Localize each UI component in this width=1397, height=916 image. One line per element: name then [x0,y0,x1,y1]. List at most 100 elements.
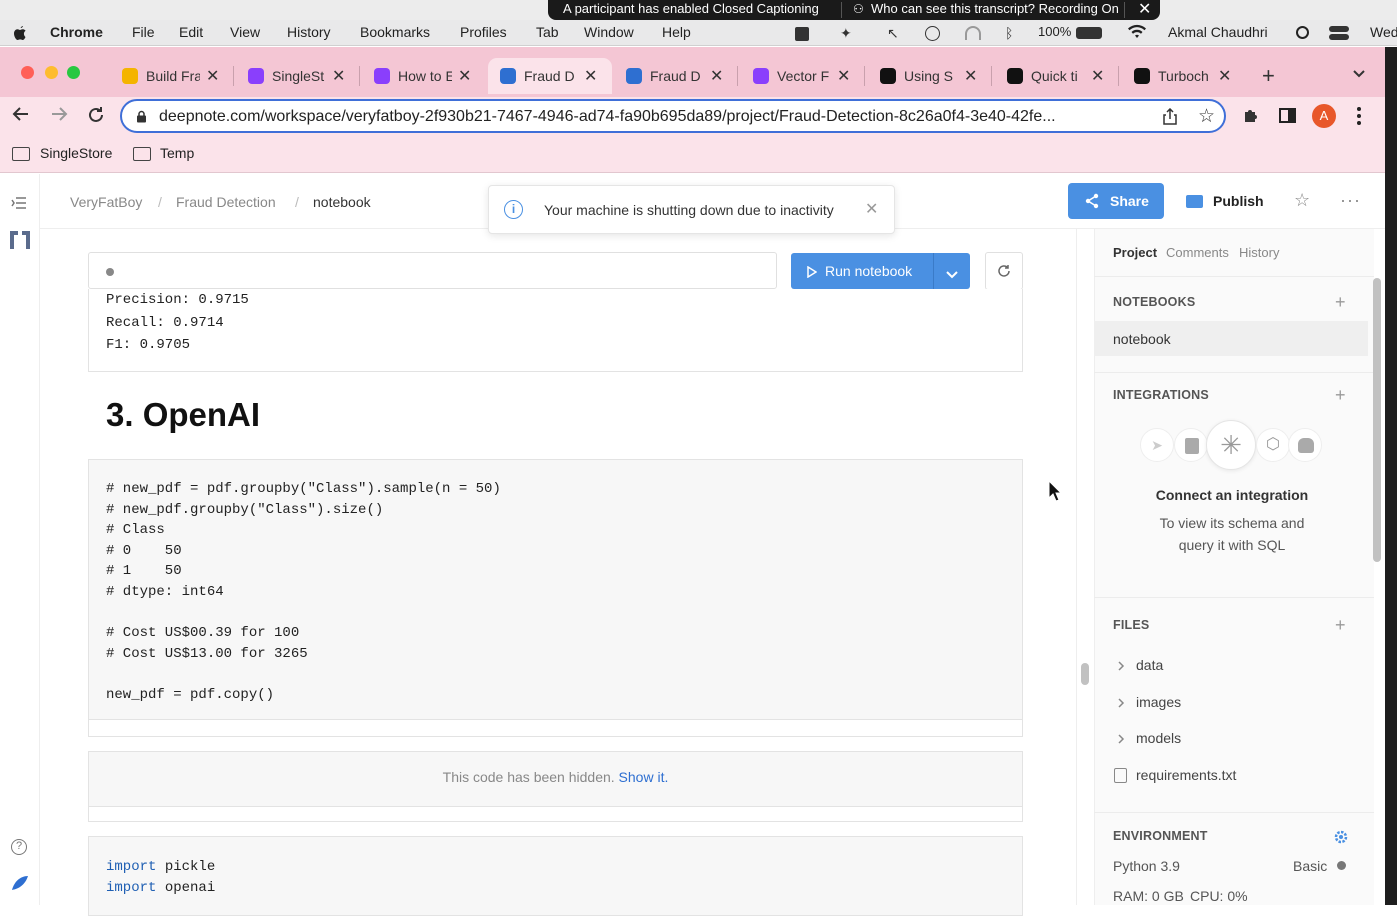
lock-icon[interactable] [136,110,146,123]
add-integration-button[interactable]: + [1335,385,1346,406]
control-center-icon[interactable] [1329,26,1349,40]
tab-history[interactable]: History [1239,245,1279,260]
menu-profiles[interactable]: Profiles [460,24,507,40]
file-item-data[interactable]: data [1113,657,1363,677]
share-page-icon[interactable] [1162,107,1178,131]
star-icon[interactable]: ☆ [1294,190,1310,211]
menu-edit[interactable]: Edit [179,24,203,40]
close-icon[interactable]: ✕ [1138,0,1151,19]
file-item-images[interactable]: images [1113,694,1363,714]
url-text[interactable]: deepnote.com/workspace/veryfatboy-2f930b… [159,108,1159,126]
close-tab-icon[interactable]: ✕ [837,66,850,86]
wing-icon[interactable]: ✦ [840,25,852,42]
tab-comments[interactable]: Comments [1166,245,1229,260]
file-item-requirements-txt[interactable]: requirements.txt [1113,767,1363,787]
code-cell[interactable] [88,836,1023,916]
tab-project[interactable]: Project [1113,245,1157,260]
integration-elephant-icon[interactable] [1288,428,1322,462]
run-notebook-button[interactable]: Run notebook [791,253,933,289]
reload-icon[interactable] [87,106,105,129]
side-panel-icon[interactable] [1279,108,1296,123]
new-tab-button[interactable]: + [1262,63,1275,89]
transcript-link[interactable]: Who can see this transcript? Recording O… [871,1,1119,16]
close-tab-icon[interactable]: ✕ [584,66,597,86]
more-options-icon[interactable]: ··· [1340,190,1361,211]
menu-history[interactable]: History [287,24,331,40]
browser-tab[interactable]: Fraud D ✕ [488,58,612,94]
breadcrumb-project[interactable]: Fraud Detection [176,194,276,210]
app-menu-chrome[interactable]: Chrome [50,24,103,40]
close-icon[interactable]: ✕ [865,199,878,219]
environment-settings-icon[interactable] [1333,829,1349,850]
battery-icon[interactable] [1076,27,1102,39]
browser-tab[interactable]: How to E ✕ [362,58,486,94]
browser-tab[interactable]: Turboch ✕ [1122,58,1246,94]
close-tab-icon[interactable]: ✕ [332,66,345,86]
breadcrumb-notebook[interactable]: notebook [313,194,371,210]
browser-tab[interactable]: SingleSt ✕ [236,58,360,94]
restart-kernel-button[interactable] [985,252,1023,290]
menu-help[interactable]: Help [662,24,691,40]
minimize-window-button[interactable] [45,66,58,79]
share-button[interactable]: Share [1068,183,1164,219]
integration-hexagon-icon[interactable]: ⬡ [1256,428,1290,462]
menu-bookmarks[interactable]: Bookmarks [360,24,430,40]
spotlight-search-icon[interactable] [1296,26,1309,39]
add-file-button[interactable]: + [1335,615,1346,636]
menu-view[interactable]: View [230,24,260,40]
show-code-link[interactable]: Show it. [619,769,669,785]
integration-plane-icon[interactable]: ➤ [1140,428,1174,462]
menu-tab[interactable]: Tab [536,24,559,40]
integration-snowflake-icon[interactable]: ✳ [1206,420,1256,470]
workspace-logo-icon[interactable] [8,229,32,256]
clock[interactable]: Wed [1370,24,1397,40]
maximize-window-button[interactable] [67,66,80,79]
notebook-status-bar[interactable] [88,252,777,289]
breadcrumb-workspace[interactable]: VeryFatBoy [70,194,142,210]
close-window-button[interactable] [21,66,34,79]
close-tab-icon[interactable]: ✕ [964,66,977,86]
machine-type[interactable]: Basic [1293,858,1327,874]
forward-arrow-icon[interactable] [50,106,68,127]
back-arrow-icon[interactable] [12,106,30,127]
user-name[interactable]: Akmal Chaudhri [1168,24,1268,40]
deepnote-logo-icon[interactable] [10,874,30,897]
close-tab-icon[interactable]: ✕ [206,66,219,86]
profile-avatar[interactable]: A [1312,104,1336,128]
notebook-list-item[interactable]: notebook [1094,321,1368,356]
integrations-carousel[interactable]: ➤ ✳ ⬡ [1140,418,1340,474]
add-notebook-button[interactable]: + [1335,292,1346,313]
help-icon[interactable]: ? [11,839,27,855]
browser-tab[interactable]: Fraud D ✕ [614,58,738,94]
section-heading[interactable]: 3. OpenAI [106,396,260,434]
run-options-dropdown[interactable] [933,253,970,289]
address-bar[interactable]: deepnote.com/workspace/veryfatboy-2f930b… [120,99,1226,133]
tab-search-chevron-icon[interactable] [1352,66,1366,84]
menu-window[interactable]: Window [584,24,634,40]
menu-file[interactable]: File [132,24,155,40]
close-tab-icon[interactable]: ✕ [1091,66,1104,86]
close-tab-icon[interactable]: ✕ [710,66,723,86]
sidebar-scrollbar[interactable] [1373,278,1381,562]
browser-tab[interactable]: Quick ti ✕ [995,58,1119,94]
close-tab-icon[interactable]: ✕ [1218,66,1231,86]
wifi-icon[interactable] [1127,24,1147,44]
collapse-sidebar-icon[interactable] [11,196,27,214]
stage-manager-icon[interactable] [795,27,809,41]
bluetooth-icon[interactable]: ᛒ [1005,25,1013,41]
browser-tab[interactable]: Build Fra ✕ [110,58,234,94]
browser-tab[interactable]: Using S ✕ [868,58,992,94]
cursor-icon[interactable]: ↖ [887,25,899,42]
code-cell[interactable] [88,459,1023,720]
headphones-icon[interactable] [965,26,981,40]
notebook-scrollbar[interactable] [1081,663,1089,685]
browser-menu-icon[interactable] [1357,107,1361,125]
file-item-models[interactable]: models [1113,730,1363,750]
play-circle-icon[interactable] [925,26,940,41]
close-tab-icon[interactable]: ✕ [458,66,471,86]
integration-cube-icon[interactable] [1174,428,1208,462]
browser-tab[interactable]: Vector F ✕ [741,58,865,94]
bookmark-star-icon[interactable]: ☆ [1198,105,1215,128]
publish-button[interactable]: Publish [1180,183,1270,219]
apple-icon[interactable] [12,24,28,47]
